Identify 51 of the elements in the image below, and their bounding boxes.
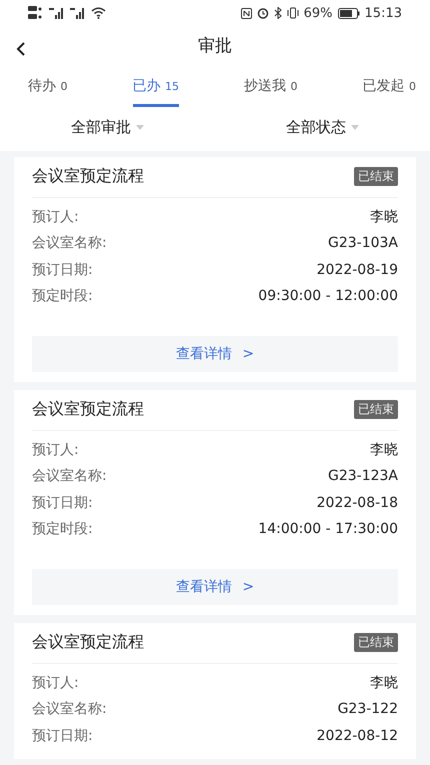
- view-details-button[interactable]: 查看详情 >: [32, 336, 398, 372]
- field-value: 2022-08-19: [316, 262, 398, 278]
- view-details-button[interactable]: 查看详情 >: [32, 568, 398, 604]
- field-value: G23-122: [338, 701, 398, 718]
- clock: 15:13: [364, 6, 402, 21]
- filter-dropdown[interactable]: 全部状态: [215, 110, 430, 144]
- field-label: 预订人:: [32, 674, 79, 692]
- tab[interactable]: 已办 15: [132, 72, 179, 107]
- tab[interactable]: 待办 0: [28, 72, 68, 107]
- card-title: 会议室预定流程: [32, 632, 144, 653]
- filter-dropdown[interactable]: 全部审批: [0, 110, 215, 144]
- field-label: 会议室名称:: [32, 467, 107, 486]
- wifi-icon: [91, 7, 106, 20]
- vibrate-icon: [286, 7, 299, 20]
- bluetooth-icon: [274, 7, 282, 20]
- field-value: 09:30:00 - 12:00:00: [258, 288, 398, 304]
- field-label: 会议室名称:: [32, 234, 107, 252]
- field-label: 预定时段:: [32, 287, 93, 306]
- field-label: 预订日期:: [32, 260, 93, 279]
- dropdown-icon: [351, 124, 359, 130]
- field-label: 预定时段:: [32, 520, 93, 538]
- field-label: 预订人:: [32, 440, 79, 459]
- back-icon: [16, 40, 26, 57]
- field-label: 预订人:: [32, 208, 79, 226]
- alarm-icon: [256, 7, 269, 20]
- field-value: 李晓: [370, 674, 398, 692]
- card-title: 会议室预定流程: [32, 399, 144, 420]
- nfc-icon: [240, 8, 252, 19]
- status-badge: 已结束: [354, 400, 398, 419]
- field-value: G23-123A: [328, 468, 398, 484]
- field-value: G23-103A: [328, 235, 398, 252]
- status-badge: 已结束: [354, 167, 398, 186]
- sim-icon: [28, 6, 44, 20]
- field-value: 2022-08-12: [316, 728, 398, 744]
- signal-icon: [70, 7, 86, 20]
- field-value: 李晓: [370, 440, 398, 459]
- dropdown-icon: [136, 124, 144, 130]
- field-label: 预订日期:: [32, 494, 93, 512]
- battery-icon: [338, 8, 360, 19]
- tab[interactable]: 已发起 0: [362, 72, 416, 107]
- tab[interactable]: 抄送我 0: [244, 72, 298, 107]
- status-badge: 已结束: [354, 633, 398, 652]
- battery-percent: 69%: [304, 6, 333, 21]
- field-value: 2022-08-18: [316, 494, 398, 511]
- field-value: 14:00:00 - 17:30:00: [258, 521, 398, 538]
- field-label: 会议室名称:: [32, 700, 107, 718]
- page-title: 审批: [198, 35, 232, 58]
- card-title: 会议室预定流程: [32, 166, 144, 187]
- field-label: 预订日期:: [32, 726, 93, 745]
- field-value: 李晓: [370, 208, 398, 226]
- signal-icon: [49, 7, 65, 20]
